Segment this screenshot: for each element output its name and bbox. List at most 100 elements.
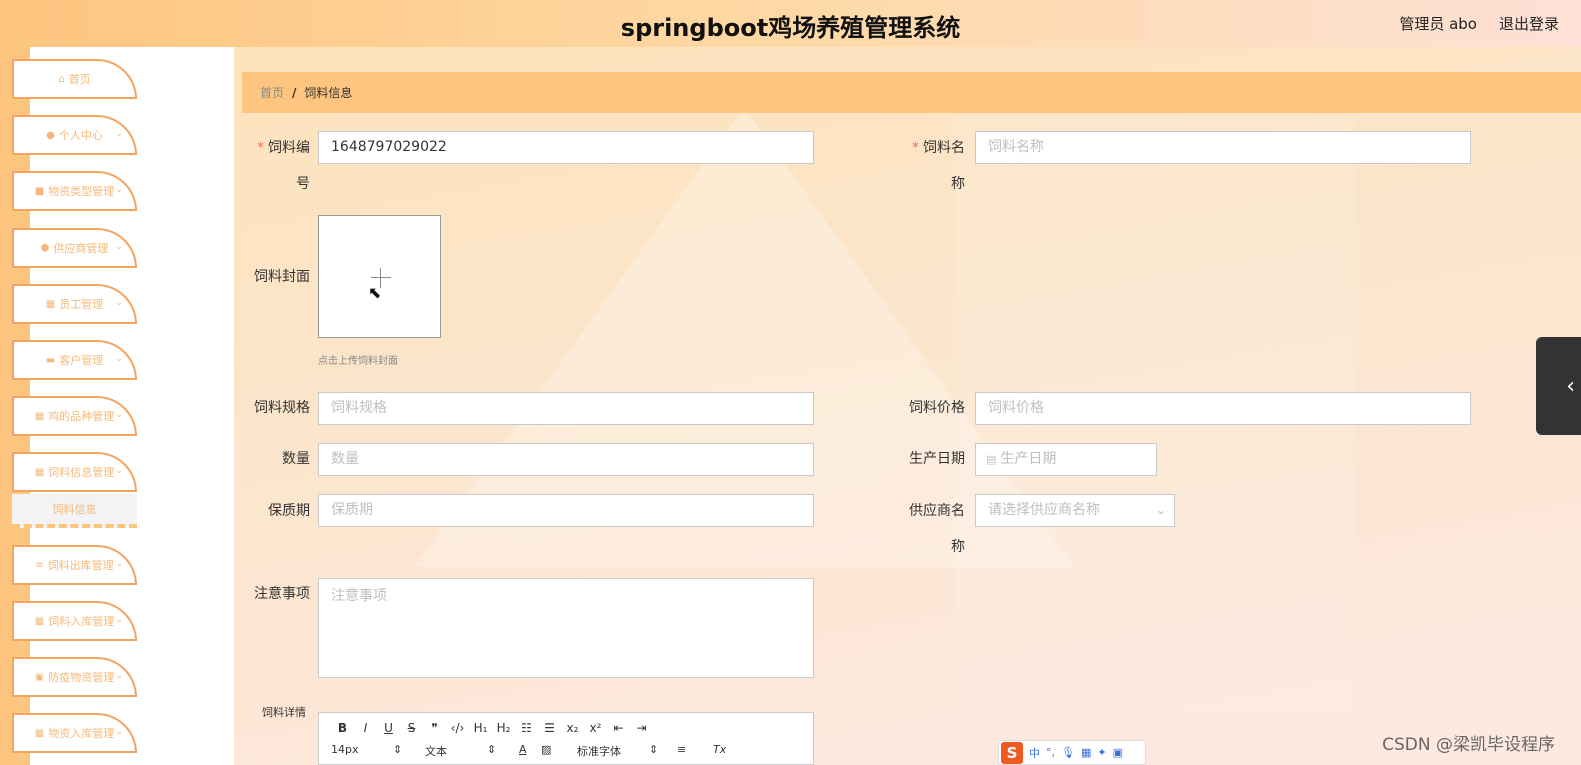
sidebar-item-staff[interactable]: ▦ 员工管理 ⌄ xyxy=(12,284,137,324)
ime-logo-icon: S xyxy=(1001,741,1023,764)
chevron-down-icon: ⌄ xyxy=(115,298,123,308)
grid-icon: ▦ xyxy=(34,410,45,422)
sliders-icon: ≡ xyxy=(35,559,44,571)
home-icon: ⌂ xyxy=(58,73,65,85)
paragraph-select[interactable]: 文本 xyxy=(425,743,447,759)
h2-icon[interactable]: H₂ xyxy=(492,721,515,735)
grid-icon: ▦ xyxy=(34,615,45,627)
chevron-down-icon: ⌄ xyxy=(115,185,123,195)
sidebar-item-profile[interactable]: ● 个人中心 ⌄ xyxy=(12,115,137,155)
strike-icon[interactable]: S xyxy=(400,721,423,735)
user-icon: ● xyxy=(46,129,55,141)
chevron-updown-icon: ⇕ xyxy=(393,743,403,756)
h1-icon[interactable]: H₁ xyxy=(469,721,492,735)
box-icon: ■ xyxy=(34,185,45,197)
sidebar-item-feed-in[interactable]: ▦ 饲料入库管理 ⌄ xyxy=(12,601,137,641)
chevron-left-icon: ‹ xyxy=(1566,373,1575,399)
italic-icon[interactable]: I xyxy=(354,721,377,735)
notes-label: 注意事项 xyxy=(254,586,310,602)
feed-spec-input[interactable]: 饲料规格 xyxy=(318,392,814,425)
feed-code-label: * 饲料编 xyxy=(257,140,310,156)
ime-toolbar: S 中 °, 🎙 ▦ ✦ ▣ xyxy=(998,740,1146,765)
grid-icon: ▦ xyxy=(45,298,56,310)
feed-code-input[interactable]: 1648797029022 xyxy=(318,131,814,164)
logout-button[interactable]: 退出登录 xyxy=(1499,13,1559,34)
ordered-list-icon[interactable]: ☷ xyxy=(515,721,538,735)
sidebar-item-feed-out[interactable]: ≡ 饲料出库管理 ⌄ xyxy=(12,545,137,585)
grid-icon: ▦ xyxy=(34,466,45,478)
notes-textarea[interactable] xyxy=(318,578,814,678)
indent-icon[interactable]: ⇥ xyxy=(630,721,653,735)
breadcrumb: 首页 / 饲料信息 xyxy=(242,72,1581,113)
chevron-updown-icon: ⇕ xyxy=(487,743,497,756)
sidebar-item-label: 饲料出库管理 xyxy=(47,559,114,572)
ime-mode[interactable]: 中 xyxy=(1029,745,1040,761)
sidebar-item-label: 物资入库管理 xyxy=(48,727,115,740)
sidebar-item-material-type[interactable]: ■ 物资类型管理 ⌄ xyxy=(12,171,137,211)
grid-icon: ▦ xyxy=(34,727,45,739)
chevron-down-icon: ⌄ xyxy=(115,615,123,625)
font-family-select[interactable]: 标准字体 xyxy=(577,743,621,759)
sidebar-item-epidemic[interactable]: ▣ 防疫物资管理 ⌄ xyxy=(12,657,137,697)
chevron-down-icon: ⌄ xyxy=(115,727,123,737)
checkbox-icon: ▣ xyxy=(34,671,45,683)
sidebar-item-label: 饲料信息管理 xyxy=(48,466,115,479)
sidebar-item-customer[interactable]: ▬ 客户管理 ⌄ xyxy=(12,340,137,380)
sidebar-item-feed-info[interactable]: ▦ 饲料信息管理 ⌄ xyxy=(12,452,137,492)
quantity-label: 数量 xyxy=(282,451,310,467)
shield-icon: ⬢ xyxy=(40,242,50,254)
supplier-name-label: 供应商名 xyxy=(909,503,965,519)
bold-icon[interactable]: B xyxy=(331,721,354,735)
current-user: 管理员 abo xyxy=(1399,15,1477,33)
sidebar-item-label: 供应商管理 xyxy=(53,242,109,255)
bullet-list-icon[interactable]: ☰ xyxy=(538,721,561,735)
sidebar-item-material-in[interactable]: ▦ 物资入库管理 ⌄ xyxy=(12,713,137,753)
chevron-down-icon: ⌄ xyxy=(115,466,123,476)
superscript-icon[interactable]: x² xyxy=(584,721,607,735)
clear-format-icon[interactable]: Tx xyxy=(713,743,726,756)
watermark: CSDN @梁凯毕设程序 xyxy=(1382,735,1555,755)
chevron-updown-icon: ⇕ xyxy=(649,743,659,756)
align-icon[interactable]: ≡ xyxy=(677,743,686,756)
sidebar-item-label: 客户管理 xyxy=(59,354,104,367)
editor-toolbar: B I U S ❞ ‹/› H₁ H₂ ☷ ☰ x₂ x² ⇤ ⇥ xyxy=(331,721,653,735)
shelf-life-input[interactable]: 保质期 xyxy=(318,494,814,527)
sidebar-item-breed[interactable]: ▦ 鸡的品种管理 ⌄ xyxy=(12,396,137,436)
cover-upload-box[interactable] xyxy=(318,215,441,338)
punctuation-icon[interactable]: °, xyxy=(1046,746,1055,759)
subscript-icon[interactable]: x₂ xyxy=(561,721,584,735)
outdent-icon[interactable]: ⇤ xyxy=(607,721,630,735)
breadcrumb-separator: / xyxy=(292,85,297,100)
sidebar-item-label: 个人中心 xyxy=(58,129,103,142)
quote-icon[interactable]: ❞ xyxy=(423,721,446,735)
quantity-input[interactable]: 数量 xyxy=(318,443,814,476)
sidebar-nav: ⌂ 首页 ● 个人中心 ⌄ ■ 物资类型管理 ⌄ ⬢ 供应商管理 ⌄ ▦ 员工管… xyxy=(0,47,234,765)
feed-cover-label: 饲料封面 xyxy=(254,269,310,285)
production-date-picker[interactable]: ▤ 生产日期 xyxy=(975,443,1157,476)
feed-price-label: 饲料价格 xyxy=(909,400,965,416)
chevron-down-icon: ⌄ xyxy=(115,559,123,569)
feed-spec-label: 饲料规格 xyxy=(254,400,310,416)
sidebar-item-home[interactable]: ⌂ 首页 xyxy=(12,59,137,99)
breadcrumb-home-link[interactable]: 首页 xyxy=(260,84,284,101)
skin-icon[interactable]: ✦ xyxy=(1097,746,1106,759)
supplier-select[interactable]: 请选择供应商名称 ⌄ xyxy=(975,494,1175,527)
feed-price-input[interactable]: 饲料价格 xyxy=(975,392,1471,425)
sidebar-subitem-feed-info[interactable]: 饲料信息 xyxy=(12,494,137,528)
code-icon[interactable]: ‹/› xyxy=(446,721,469,735)
keyboard-icon[interactable]: ▦ xyxy=(1081,746,1091,759)
feed-name-input[interactable]: 饲料名称 xyxy=(975,131,1471,164)
rich-text-editor: B I U S ❞ ‹/› H₁ H₂ ☷ ☰ x₂ x² ⇤ ⇥ 14px ⇕… xyxy=(318,712,814,765)
sidebar-item-label: 员工管理 xyxy=(59,298,104,311)
underline-icon[interactable]: U xyxy=(377,721,400,735)
chevron-down-icon: ⌄ xyxy=(1155,503,1166,517)
font-size-select[interactable]: 14px xyxy=(331,743,359,756)
apps-icon[interactable]: ▣ xyxy=(1113,746,1123,759)
background-color-icon[interactable]: ▨ xyxy=(541,743,551,756)
calendar-icon: ▤ xyxy=(986,453,997,466)
collapse-panel-tab[interactable]: ‹ xyxy=(1536,337,1581,435)
sidebar-item-label: 首页 xyxy=(68,73,91,86)
font-color-icon[interactable]: A xyxy=(519,743,527,756)
microphone-icon[interactable]: 🎙 xyxy=(1061,746,1075,759)
sidebar-item-supplier[interactable]: ⬢ 供应商管理 ⌄ xyxy=(12,228,137,268)
